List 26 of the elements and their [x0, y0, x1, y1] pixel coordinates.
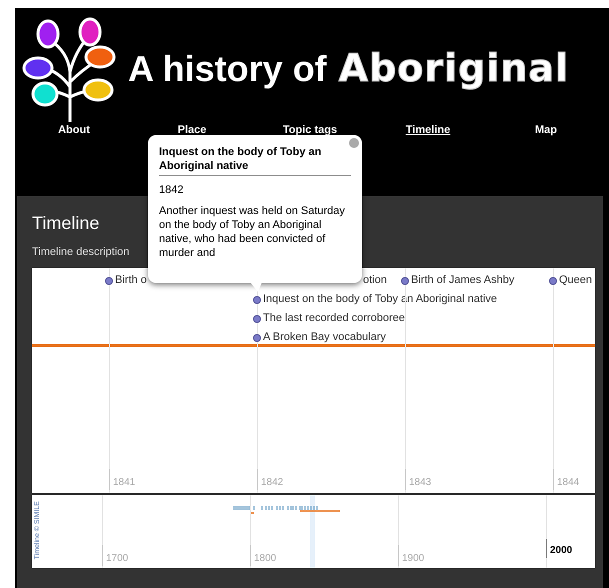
- panel-title: Timeline: [32, 212, 100, 235]
- event-label[interactable]: otion: [363, 274, 387, 287]
- year-label: 1843: [405, 469, 432, 490]
- year-label: 1900: [398, 545, 424, 566]
- event-label[interactable]: The last recorded corroboree: [263, 312, 405, 325]
- popup-text: Another inquest was held on Saturday on the body of Toby an Aboriginal native, who had been convicted of murder and: [159, 204, 346, 260]
- nav-link[interactable]: Map: [535, 122, 557, 138]
- nav-link[interactable]: Place: [178, 122, 206, 138]
- popup-date: 1842: [159, 183, 184, 198]
- year-label: 1844: [553, 469, 580, 490]
- site-title-highlight: Aboriginal: [338, 44, 570, 92]
- event-label[interactable]: A Broken Bay vocabulary: [263, 331, 386, 344]
- popup-title: Inquest on the body of Toby an Aboriginal native: [159, 145, 322, 173]
- year-label: 1842: [257, 469, 284, 490]
- nav-link[interactable]: Timeline: [406, 122, 450, 138]
- panel-description: Timeline description: [32, 245, 130, 260]
- year-label: 2000: [546, 539, 572, 558]
- year-label: 1800: [250, 545, 276, 566]
- event-label[interactable]: Birth of James Ashby: [411, 274, 514, 287]
- year-label: 1841: [109, 469, 136, 490]
- event-label[interactable]: Queen: [559, 274, 592, 287]
- nav-link[interactable]: About: [58, 122, 90, 138]
- event-label[interactable]: Birth o: [115, 274, 147, 287]
- year-label: 1700: [102, 545, 128, 566]
- nav-link[interactable]: Topic tags: [282, 122, 338, 138]
- site-title: A history of: [128, 46, 327, 90]
